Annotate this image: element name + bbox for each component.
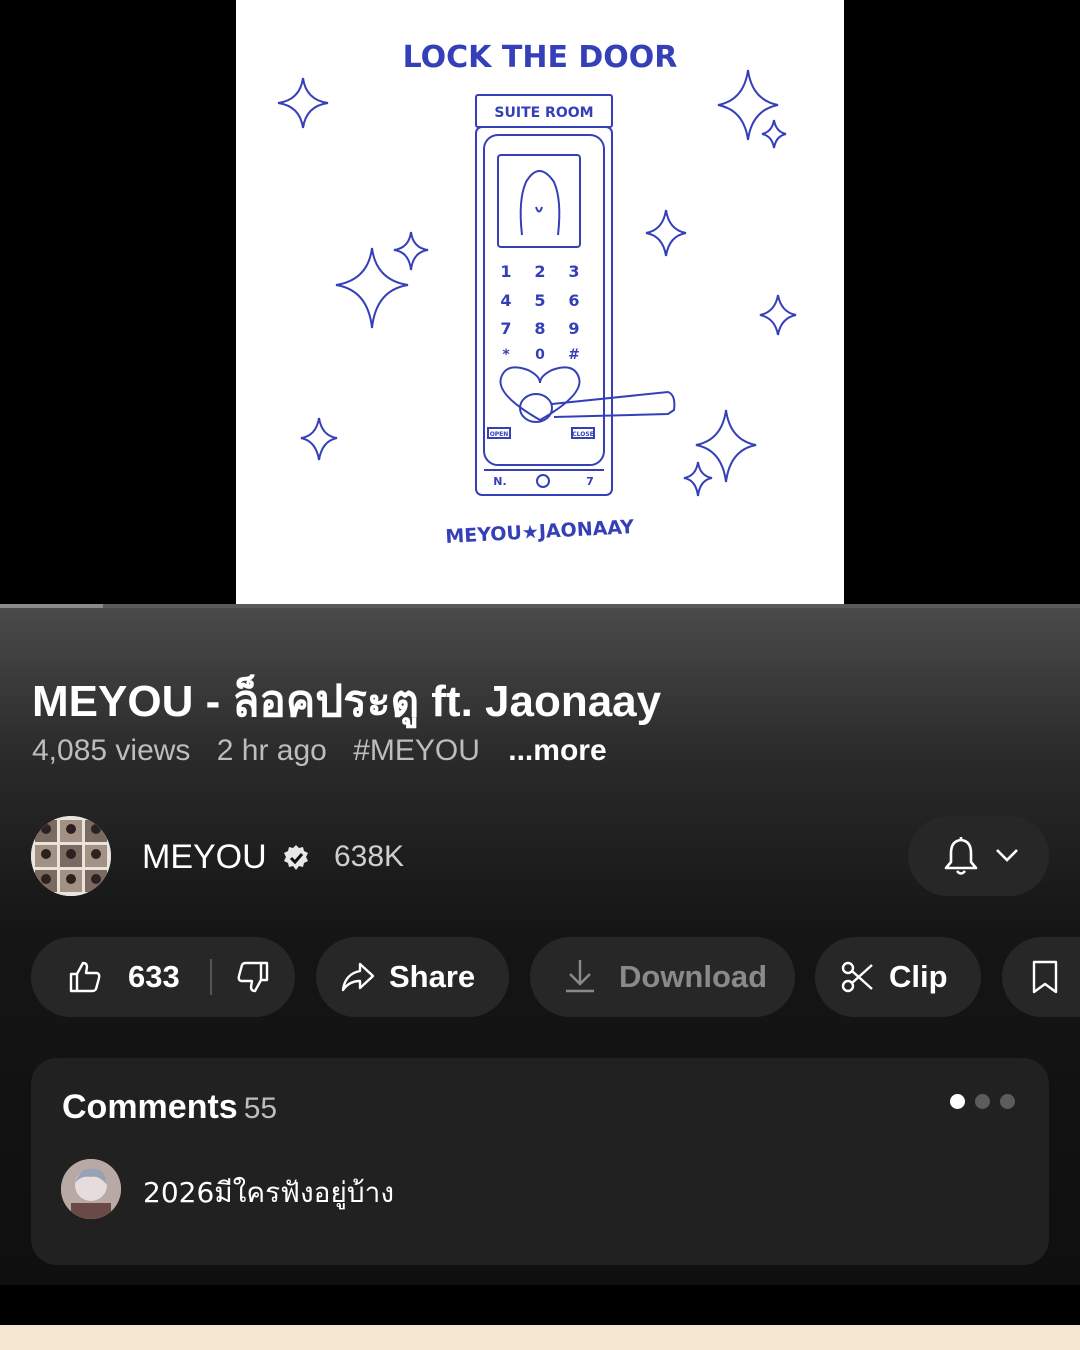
like-icon[interactable] — [67, 959, 103, 995]
artwork-artists: MEYOU★JAONAAY — [445, 516, 635, 548]
chevron-down-icon — [996, 849, 1018, 862]
keypad-key: 9 — [568, 319, 579, 338]
pager-dot — [975, 1094, 990, 1109]
comments-count: 55 — [243, 1092, 278, 1125]
upload-age: 2 hr ago — [216, 734, 327, 767]
comments-heading: Comments 55 — [62, 1088, 277, 1127]
commenter-avatar-image — [61, 1159, 121, 1219]
view-count: 4,085 views — [32, 734, 191, 767]
keypad-key: 3 — [568, 262, 579, 281]
artwork-heading: LOCK THE DOOR — [403, 40, 678, 75]
keypad-key: 4 — [500, 291, 511, 310]
download-button[interactable]: Download — [530, 937, 795, 1017]
artwork-close-label: CLOSE — [572, 431, 594, 438]
hashtag-link[interactable]: #MEYOU — [353, 734, 480, 767]
like-count[interactable]: 633 — [128, 959, 180, 995]
keypad-key: 1 — [500, 262, 511, 281]
download-icon — [566, 960, 594, 993]
artwork-sign: SUITE ROOM — [494, 105, 593, 121]
keypad-key: 7 — [500, 319, 511, 338]
commenter-avatar[interactable] — [61, 1159, 121, 1219]
pager-dot — [1000, 1094, 1015, 1109]
share-icon — [341, 962, 375, 992]
save-button[interactable] — [1002, 937, 1080, 1017]
pager-dot-active — [950, 1094, 965, 1109]
save-icon — [1032, 960, 1058, 994]
subscriber-count: 638K — [334, 840, 405, 873]
like-dislike-group: 633 — [31, 937, 295, 1017]
download-label: Download — [619, 959, 768, 994]
bottom-edge — [0, 1325, 1080, 1350]
like-divider — [210, 959, 212, 995]
comments-pager-dots — [950, 1094, 1015, 1109]
bell-icon — [944, 837, 978, 875]
more-button[interactable]: ...more — [508, 734, 606, 767]
channel-name[interactable]: MEYOU — [142, 838, 267, 877]
keypad-key: 5 — [534, 291, 545, 310]
keypad-key: * — [502, 347, 510, 363]
share-label: Share — [389, 959, 476, 994]
clip-icon — [841, 961, 873, 993]
channel-avatar-grid — [31, 816, 111, 896]
artwork-open-label: OPEN — [490, 431, 509, 438]
video-title[interactable]: MEYOU - ล็อคประตู ft. Jaonaay — [32, 666, 661, 736]
dislike-icon[interactable] — [235, 959, 271, 995]
verified-icon — [284, 845, 308, 870]
album-artwork-illustration: LOCK THE DOOR SUITE ROOM 1 2 3 4 5 6 7 8… — [277, 40, 797, 548]
channel-avatar[interactable] — [31, 816, 111, 896]
clip-button[interactable]: Clip — [815, 937, 981, 1017]
video-meta[interactable]: 4,085 views 2 hr ago #MEYOU ...more — [32, 734, 625, 768]
clip-label: Clip — [889, 959, 948, 994]
share-button[interactable]: Share — [316, 937, 509, 1017]
keypad-key: # — [568, 347, 580, 363]
video-player[interactable]: LOCK THE DOOR SUITE ROOM 1 2 3 4 5 6 7 8… — [0, 0, 1080, 608]
video-info-panel: MEYOU - ล็อคประตู ft. Jaonaay 4,085 view… — [0, 608, 1080, 1285]
artwork-plate-right: 7 — [586, 475, 594, 488]
keypad-key: 0 — [535, 347, 545, 363]
keypad-key: 2 — [534, 262, 545, 281]
comments-title: Comments — [62, 1088, 238, 1126]
album-artwork: LOCK THE DOOR SUITE ROOM 1 2 3 4 5 6 7 8… — [236, 0, 844, 606]
comments-section[interactable]: Comments 55 2026มีใครฟังอยู่บ้าง — [31, 1058, 1049, 1265]
channel-row: MEYOU 638K — [0, 814, 1080, 898]
keypad-key: 6 — [568, 291, 579, 310]
top-comment-text: 2026มีใครฟังอยู่บ้าง — [143, 1176, 395, 1209]
keypad-key: 8 — [534, 319, 545, 338]
action-bar: 633 Share Download Clip — [0, 937, 1080, 1017]
artwork-plate-left: N. — [493, 475, 506, 488]
notifications-button[interactable] — [908, 816, 1049, 896]
